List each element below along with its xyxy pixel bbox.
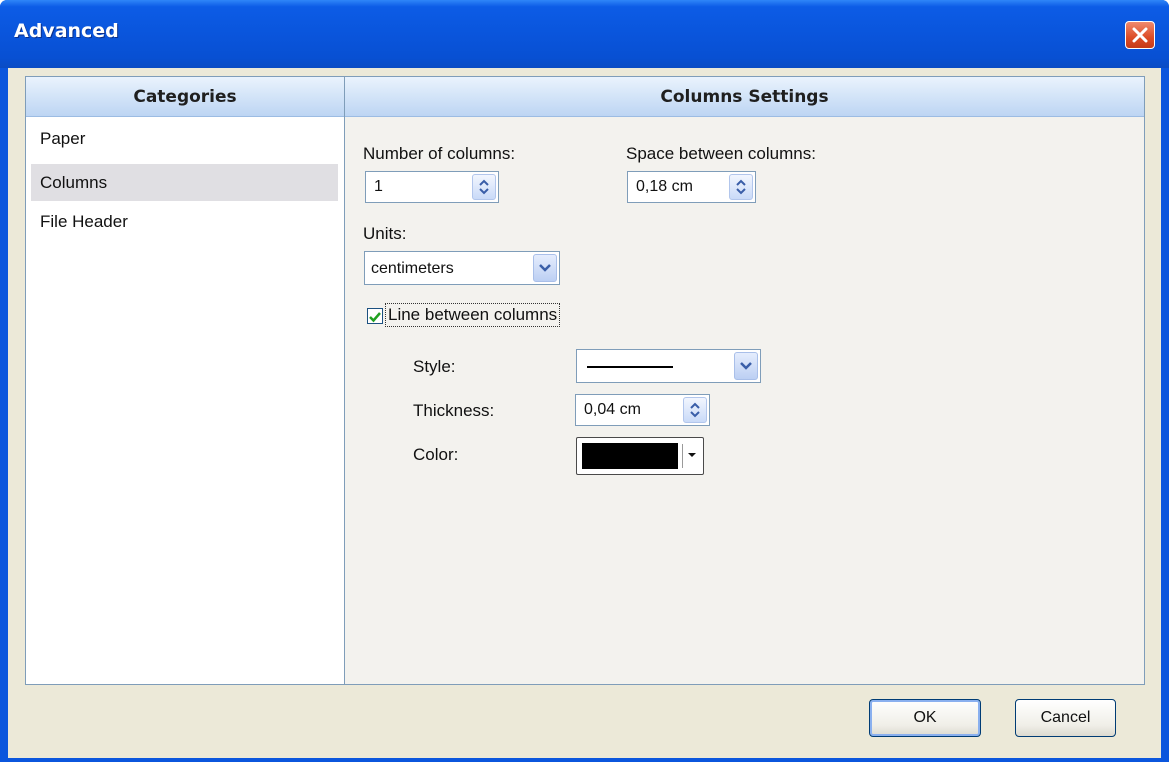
category-item-paper[interactable]: Paper (31, 120, 338, 157)
number-of-columns-label: Number of columns: (363, 144, 516, 163)
main-panel: Categories Columns Settings Paper Column… (25, 76, 1145, 685)
close-button[interactable] (1125, 21, 1155, 49)
color-separator (682, 444, 683, 468)
settings-area: Number of columns: 1 Space between colum… (345, 117, 1144, 684)
spin-arrows-icon[interactable] (729, 174, 753, 200)
spin-arrows-icon[interactable] (683, 397, 707, 423)
units-label: Units: (363, 224, 407, 243)
settings-header: Columns Settings (345, 77, 1144, 117)
categories-header: Categories (26, 77, 344, 117)
color-swatch (582, 443, 678, 469)
space-between-columns-label: Space between columns: (626, 144, 816, 163)
spin-arrows-icon[interactable] (472, 174, 496, 200)
window-title: Advanced (14, 20, 119, 42)
style-label: Style: (413, 357, 456, 376)
color-picker-button[interactable] (576, 437, 704, 475)
chevron-down-icon[interactable] (734, 352, 758, 380)
number-of-columns-spinner[interactable]: 1 (365, 171, 499, 203)
thickness-spinner[interactable]: 0,04 cm (575, 394, 710, 426)
category-item-file-header[interactable]: File Header (31, 203, 338, 240)
ok-button[interactable]: OK (869, 699, 981, 737)
number-of-columns-value: 1 (374, 178, 383, 195)
color-label: Color: (413, 445, 459, 464)
category-item-columns[interactable]: Columns (31, 164, 338, 201)
dialog-body: Categories Columns Settings Paper Column… (8, 68, 1161, 758)
chevron-down-icon (688, 453, 696, 457)
chevron-down-icon[interactable] (533, 254, 557, 282)
dialog-window: Advanced Categories Columns Settings Pap… (0, 0, 1169, 762)
thickness-value: 0,04 cm (584, 401, 641, 418)
cancel-button[interactable]: Cancel (1015, 699, 1116, 737)
line-style-dropdown[interactable] (576, 349, 761, 383)
line-between-columns-label[interactable]: Line between columns (385, 303, 561, 327)
space-between-columns-spinner[interactable]: 0,18 cm (627, 171, 756, 203)
space-between-columns-value: 0,18 cm (636, 178, 693, 195)
units-value: centimeters (371, 260, 454, 277)
units-dropdown[interactable]: centimeters (364, 251, 560, 285)
checkmark-icon (369, 312, 381, 323)
title-bar[interactable]: Advanced (0, 0, 1169, 68)
close-icon (1132, 27, 1148, 43)
thickness-label: Thickness: (413, 401, 495, 420)
line-between-columns-checkbox[interactable] (367, 308, 383, 324)
solid-line-icon (587, 366, 673, 368)
